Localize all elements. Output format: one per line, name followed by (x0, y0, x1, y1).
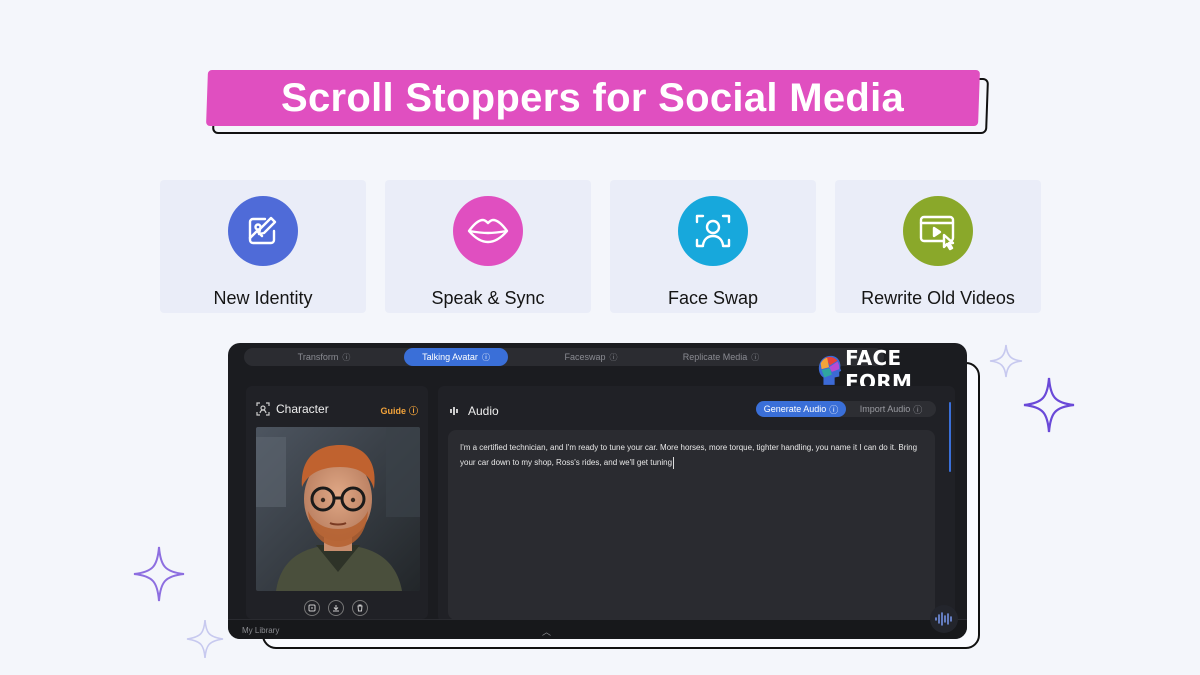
character-header: Character (256, 402, 329, 416)
feature-card-new-identity: New Identity (160, 180, 366, 313)
library-label: My Library (242, 626, 280, 635)
info-icon: ⓘ (481, 352, 490, 362)
feature-label: Rewrite Old Videos (861, 288, 1015, 308)
tab-label: Faceswap (564, 352, 606, 362)
feature-label: Face Swap (667, 288, 759, 308)
trash-icon (357, 604, 363, 612)
import-audio-button[interactable]: Import Audio ⓘ (846, 401, 936, 417)
face-scan-icon (678, 196, 748, 266)
tab-label: Talking Avatar (422, 352, 478, 362)
generate-audio-label: Generate Audio (763, 404, 827, 414)
info-icon: ⓘ (751, 352, 760, 362)
guide-label: Guide (380, 405, 406, 416)
download-icon (333, 605, 339, 612)
video-click-icon (903, 196, 973, 266)
feature-card-face-swap: Face Swap (610, 180, 816, 313)
library-bar[interactable]: My Library ︿ (228, 619, 967, 639)
tab-replicate-media[interactable]: Replicate Media ⓘ (646, 348, 796, 366)
generate-audio-button[interactable]: Generate Audio ⓘ (756, 401, 846, 417)
lips-icon (453, 196, 523, 266)
mode-tabs: Transform ⓘ Talking Avatar ⓘ Faceswap ⓘ … (244, 348, 884, 366)
download-character-button[interactable] (328, 600, 344, 616)
chevron-up-icon[interactable]: ︿ (542, 625, 551, 638)
audio-panel: Audio Generate Audio ⓘ Import Audio ⓘ I'… (438, 386, 955, 622)
tab-transform[interactable]: Transform ⓘ (244, 348, 404, 366)
tab-talking-avatar[interactable]: Talking Avatar ⓘ (404, 348, 508, 366)
app-window: Transform ⓘ Talking Avatar ⓘ Faceswap ⓘ … (228, 343, 967, 639)
character-portrait[interactable] (256, 427, 420, 591)
feature-label: Speak & Sync (431, 288, 545, 308)
sparkle-icon (989, 344, 1023, 378)
swap-icon (308, 604, 316, 612)
feature-cards: New Identity Speak & Sync Face Swap Rewr… (160, 180, 1041, 313)
voice-wave-button[interactable] (930, 605, 958, 633)
image-edit-icon (228, 196, 298, 266)
character-panel: Character Guide ⓘ (246, 386, 428, 619)
face-frame-icon (256, 402, 270, 416)
audio-source-toggle: Generate Audio ⓘ Import Audio ⓘ (756, 401, 936, 417)
guide-link[interactable]: Guide ⓘ (380, 404, 418, 417)
tab-label: Transform (297, 352, 339, 362)
text-caret (673, 456, 675, 469)
info-icon: ⓘ (829, 404, 839, 415)
info-icon: ⓘ (408, 406, 418, 416)
feature-card-rewrite-videos: Rewrite Old Videos (835, 180, 1041, 313)
banner-title: Scroll Stoppers for Social Media (281, 75, 905, 120)
delete-character-button[interactable] (352, 600, 368, 616)
sparkle-icon (133, 546, 185, 602)
banner: Scroll Stoppers for Social Media (205, 68, 990, 134)
audio-wave-icon (450, 407, 458, 415)
character-title: Character (276, 402, 329, 416)
feature-label: New Identity (213, 288, 313, 308)
sparkle-icon (186, 619, 224, 659)
info-icon: ⓘ (913, 404, 923, 415)
script-text: I'm a certified technician, and I'm read… (460, 443, 918, 467)
import-audio-label: Import Audio (859, 404, 911, 414)
audio-header: Audio (450, 404, 499, 418)
head-profile-icon (818, 355, 842, 385)
info-icon: ⓘ (609, 352, 618, 362)
tab-label: Replicate Media (682, 352, 748, 362)
sparkle-icon (1023, 377, 1075, 433)
feature-card-speak-sync: Speak & Sync (385, 180, 591, 313)
tab-faceswap[interactable]: Faceswap ⓘ (536, 348, 646, 366)
character-actions (304, 600, 368, 616)
audio-scrollbar[interactable] (949, 402, 951, 472)
script-textarea[interactable]: I'm a certified technician, and I'm read… (448, 430, 935, 620)
audio-title: Audio (468, 404, 499, 418)
banner-ribbon: Scroll Stoppers for Social Media (206, 70, 980, 126)
info-icon: ⓘ (342, 352, 351, 362)
swap-character-button[interactable] (304, 600, 320, 616)
soundwave-icon (935, 612, 952, 626)
